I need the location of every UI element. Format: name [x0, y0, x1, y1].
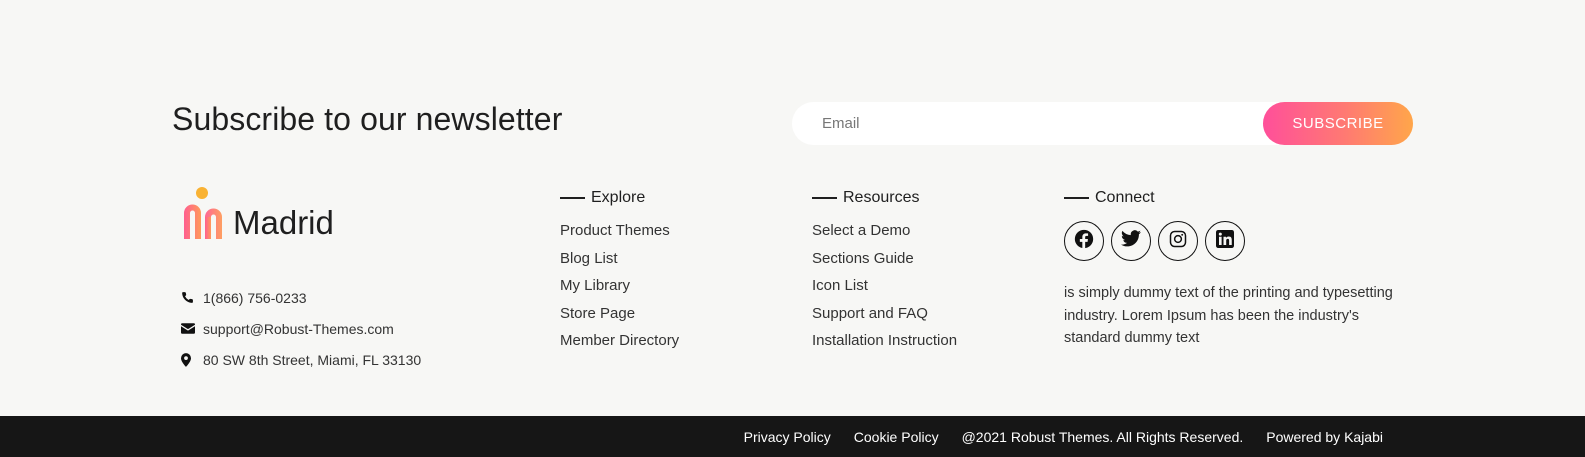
explore-link-item: Product Themes [560, 222, 679, 250]
connect-description: is simply dummy text of the printing and… [1064, 285, 1393, 346]
powered-by-link[interactable]: Powered by Kajabi [1266, 429, 1383, 445]
explore-heading-text: Explore [591, 189, 646, 206]
explore-link-item: Store Page [560, 305, 679, 333]
facebook-button[interactable] [1064, 221, 1104, 261]
resources-link-select-demo[interactable]: Select a Demo [812, 222, 910, 239]
heading-dash [812, 197, 837, 199]
newsletter-form: SUBSCRIBE [792, 102, 1413, 145]
instagram-icon [1169, 230, 1187, 253]
resources-link-support-faq[interactable]: Support and FAQ [812, 305, 928, 322]
explore-column: Explore Product Themes Blog List My Libr… [560, 188, 679, 360]
subscribe-button[interactable]: SUBSCRIBE [1263, 102, 1413, 145]
connect-column: Connect is simply dummy text of the prin… [1064, 188, 1409, 350]
contact-address: 80 SW 8th Street, Miami, FL 33130 [181, 344, 421, 375]
resources-link-installation[interactable]: Installation Instruction [812, 332, 957, 349]
brand-name: Madrid [233, 204, 334, 241]
explore-link-item: Blog List [560, 250, 679, 278]
facebook-icon [1074, 229, 1094, 254]
resources-link-icon-list[interactable]: Icon List [812, 277, 868, 294]
resources-link-item: Select a Demo [812, 222, 957, 250]
privacy-policy-link[interactable]: Privacy Policy [744, 429, 831, 445]
explore-link-blog-list[interactable]: Blog List [560, 250, 618, 267]
linkedin-button[interactable] [1205, 221, 1245, 261]
explore-heading: Explore [560, 188, 679, 208]
brand-logo[interactable]: Madrid [181, 185, 334, 241]
footer-bottom-bar: Privacy Policy Cookie Policy @2021 Robus… [0, 416, 1585, 457]
resources-column: Resources Select a Demo Sections Guide I… [812, 188, 957, 360]
explore-link-product-themes[interactable]: Product Themes [560, 222, 670, 239]
cookie-policy-link[interactable]: Cookie Policy [854, 429, 939, 445]
copyright-text: @2021 Robust Themes. All Rights Reserved… [961, 428, 1244, 445]
heading-dash [560, 197, 585, 199]
email-input[interactable] [792, 102, 1262, 145]
phone-icon [181, 291, 203, 304]
newsletter-title: Subscribe to our newsletter [172, 101, 563, 137]
footer-page: Subscribe to our newsletter SUBSCRIBE Ma… [0, 0, 1585, 457]
envelope-icon [181, 323, 203, 334]
madrid-logo-mark-icon [184, 187, 222, 239]
explore-link-my-library[interactable]: My Library [560, 277, 630, 294]
instagram-button[interactable] [1158, 221, 1198, 261]
connect-heading: Connect [1064, 188, 1409, 208]
explore-link-item: Member Directory [560, 332, 679, 360]
connect-heading-text: Connect [1095, 189, 1155, 206]
resources-link-item: Support and FAQ [812, 305, 957, 333]
heading-dash [1064, 197, 1089, 199]
twitter-icon [1121, 230, 1141, 252]
explore-link-member-directory[interactable]: Member Directory [560, 332, 679, 349]
resources-link-item: Sections Guide [812, 250, 957, 278]
explore-link-store-page[interactable]: Store Page [560, 305, 635, 322]
contact-phone[interactable]: 1(866) 756-0233 [181, 282, 421, 313]
contact-email-text: support@Robust-Themes.com [203, 320, 394, 337]
resources-link-item: Icon List [812, 277, 957, 305]
contact-email[interactable]: support@Robust-Themes.com [181, 313, 421, 344]
bottom-links: Privacy Policy Cookie Policy @2021 Robus… [744, 416, 1383, 457]
contact-address-text: 80 SW 8th Street, Miami, FL 33130 [203, 351, 422, 368]
linkedin-icon [1216, 229, 1234, 253]
resources-link-item: Installation Instruction [812, 332, 957, 360]
twitter-button[interactable] [1111, 221, 1151, 261]
resources-heading: Resources [812, 188, 957, 208]
social-links [1064, 221, 1409, 261]
contact-list: 1(866) 756-0233 support@Robust-Themes.co… [181, 282, 421, 375]
resources-heading-text: Resources [843, 189, 920, 206]
explore-link-item: My Library [560, 277, 679, 305]
resources-link-sections-guide[interactable]: Sections Guide [812, 250, 914, 267]
contact-phone-text: 1(866) 756-0233 [203, 289, 307, 306]
map-pin-icon [181, 352, 203, 367]
